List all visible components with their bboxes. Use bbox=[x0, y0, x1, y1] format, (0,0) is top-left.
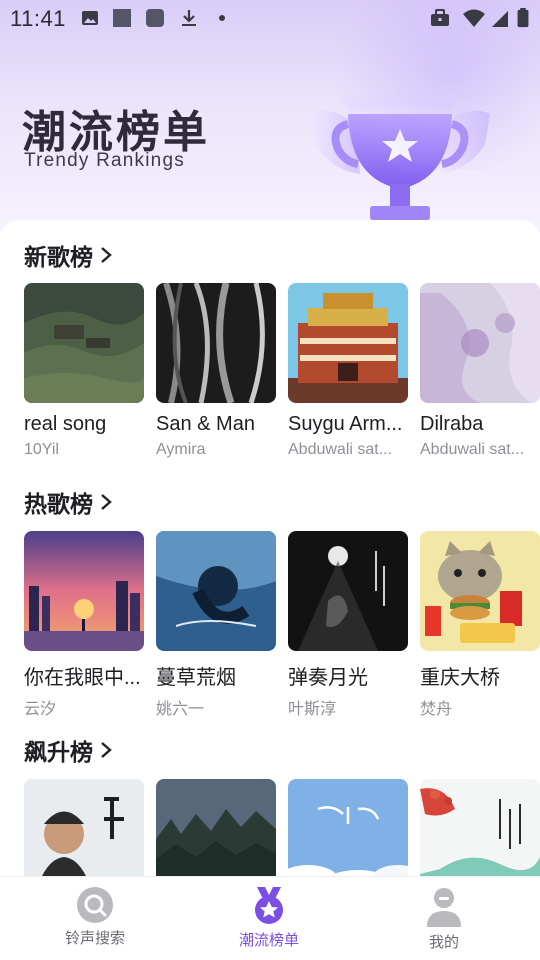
artist-name: 姚六一 bbox=[156, 701, 205, 718]
song-card[interactable]: 弹奏月光 叶斯淳 bbox=[288, 531, 408, 719]
status-time: 11:41 bbox=[10, 6, 66, 31]
download-icon bbox=[182, 10, 196, 26]
song-name: real song bbox=[24, 413, 107, 435]
song-card[interactable]: real song 10Yil bbox=[24, 283, 144, 459]
chevron-right-icon bbox=[101, 247, 112, 263]
album-cover bbox=[156, 283, 276, 403]
song-card[interactable]: 你在我眼中... 云汐 bbox=[24, 531, 144, 719]
album-cover bbox=[156, 779, 276, 876]
song-card[interactable]: San & Man Aymira bbox=[156, 283, 276, 459]
section-title: 飙升榜 bbox=[24, 740, 93, 766]
hero-banner: 11:41 潮流榜单 Trendy Rankings bbox=[0, 0, 540, 232]
rankings-list[interactable]: 新歌榜 real song 10Yil San & Man Aymira Suy… bbox=[0, 220, 540, 876]
song-card[interactable] bbox=[24, 779, 144, 876]
status-bar: 11:41 bbox=[0, 0, 540, 38]
search-icon bbox=[77, 887, 113, 923]
album-cover bbox=[24, 779, 144, 876]
gallery-icon bbox=[82, 11, 98, 25]
song-card[interactable] bbox=[420, 779, 540, 876]
nav-item-search[interactable]: 铃声搜索 bbox=[35, 887, 155, 948]
trophy-icon bbox=[310, 91, 490, 220]
nav-label: 铃声搜索 bbox=[64, 930, 125, 947]
song-name: 你在我眼中... bbox=[24, 667, 141, 689]
album-cover bbox=[420, 531, 540, 651]
song-card[interactable] bbox=[288, 779, 408, 876]
battery-icon bbox=[517, 8, 529, 28]
artist-name: Aymira bbox=[156, 441, 206, 458]
chevron-right-icon bbox=[101, 494, 112, 510]
section-title: 热歌榜 bbox=[24, 492, 93, 518]
artist-name: 叶斯淳 bbox=[288, 701, 337, 718]
artist-name: 焚舟 bbox=[420, 701, 453, 718]
nav-label: 潮流榜单 bbox=[238, 932, 299, 949]
song-card[interactable]: 蔓草荒烟 姚六一 bbox=[156, 531, 276, 719]
dot-icon bbox=[219, 15, 225, 21]
song-card[interactable]: Suygu Arm... Abduwali sat... bbox=[288, 283, 408, 459]
song-card[interactable]: Dilraba Abduwali sat... bbox=[420, 283, 540, 459]
notification-rounded-icon bbox=[146, 9, 164, 27]
bottom-nav: 铃声搜索 潮流榜单 我的 bbox=[0, 876, 540, 960]
medal-star-icon bbox=[255, 887, 283, 924]
artist-name: Abduwali sat... bbox=[420, 441, 525, 458]
album-cover bbox=[156, 531, 276, 651]
profile-icon bbox=[427, 888, 461, 927]
song-name: 蔓草荒烟 bbox=[156, 667, 236, 689]
album-cover bbox=[288, 283, 408, 403]
hero-subtitle: Trendy Rankings bbox=[24, 150, 185, 171]
album-cover bbox=[24, 283, 144, 403]
nav-label: 我的 bbox=[428, 934, 459, 951]
nav-item-rankings[interactable]: 潮流榜单 bbox=[209, 887, 329, 950]
artist-name: Abduwali sat... bbox=[288, 441, 393, 458]
song-name: Dilraba bbox=[420, 413, 484, 435]
notification-square-icon bbox=[113, 9, 131, 27]
album-cover bbox=[420, 283, 540, 403]
song-name: 重庆大桥 bbox=[420, 667, 500, 689]
artist-name: 10Yil bbox=[24, 441, 59, 458]
section-title: 新歌榜 bbox=[24, 245, 93, 271]
song-name: 弹奏月光 bbox=[288, 667, 368, 689]
album-cover bbox=[420, 779, 540, 876]
wifi-icon bbox=[463, 9, 485, 27]
album-cover bbox=[288, 779, 408, 876]
album-cover bbox=[24, 531, 144, 651]
song-card[interactable] bbox=[156, 779, 276, 876]
song-name: Suygu Arm... bbox=[288, 413, 403, 435]
section-new-songs-header[interactable]: 新歌榜 bbox=[24, 238, 113, 272]
briefcase-icon bbox=[431, 9, 449, 26]
album-cover bbox=[288, 531, 408, 651]
song-name: San & Man bbox=[156, 413, 255, 435]
artist-name: 云汐 bbox=[24, 701, 57, 718]
section-rising-songs-header[interactable]: 飙升榜 bbox=[24, 733, 113, 767]
nav-item-profile[interactable]: 我的 bbox=[384, 887, 504, 952]
song-card[interactable]: 重庆大桥 焚舟 bbox=[420, 531, 540, 719]
chevron-right-icon bbox=[101, 742, 112, 758]
section-hot-songs-header[interactable]: 热歌榜 bbox=[24, 485, 113, 519]
signal-icon bbox=[492, 11, 508, 27]
